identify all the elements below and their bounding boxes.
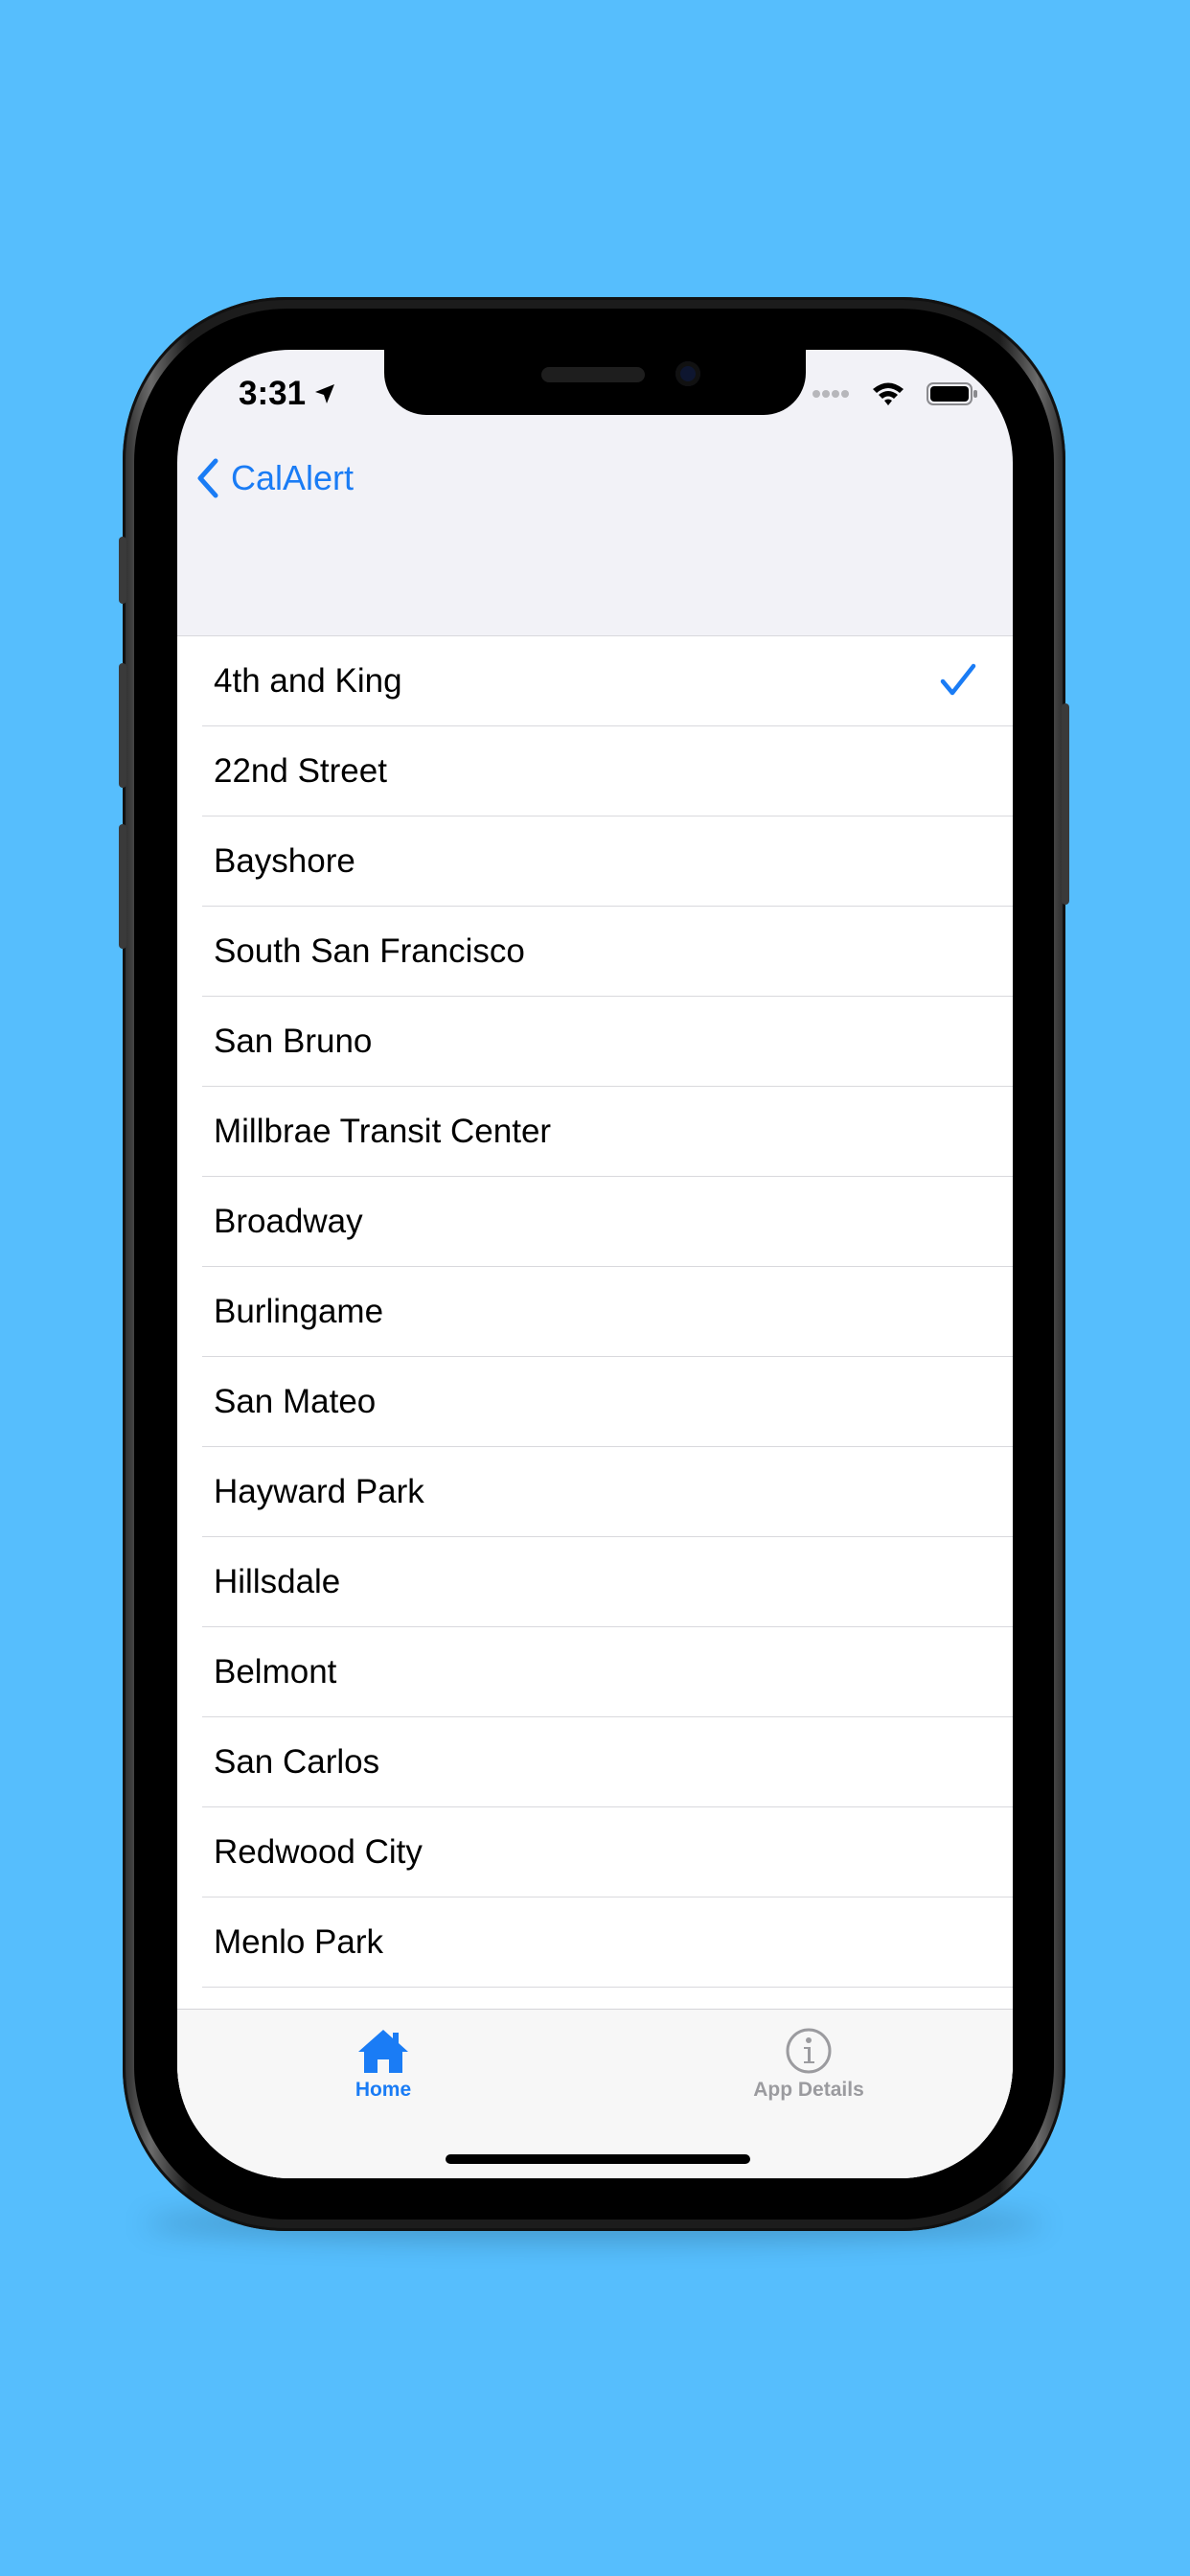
station-list: 4th and King 22nd Street Bayshore South San… bbox=[177, 635, 1013, 2178]
station-label: Menlo Park bbox=[214, 1923, 384, 1961]
station-label: San Carlos bbox=[214, 1743, 380, 1781]
back-button-label: CalAlert bbox=[231, 458, 355, 497]
chevron-left-icon bbox=[197, 458, 218, 498]
station-label: San Bruno bbox=[214, 1023, 373, 1060]
station-row[interactable]: San Mateo bbox=[177, 1357, 1013, 1447]
home-indicator bbox=[446, 2154, 750, 2164]
station-row[interactable]: Menlo Park bbox=[177, 1898, 1013, 1988]
checkmark-icon bbox=[940, 663, 976, 696]
volume-up-button bbox=[119, 663, 126, 788]
station-label: Burlingame bbox=[214, 1293, 384, 1330]
info-circle-icon bbox=[786, 2028, 832, 2074]
power-button bbox=[1062, 703, 1069, 905]
tab-app-details[interactable]: App Details bbox=[713, 2027, 904, 2102]
station-row[interactable]: Bayshore bbox=[177, 816, 1013, 907]
station-row[interactable]: 4th and King bbox=[177, 636, 1013, 726]
notch bbox=[384, 350, 806, 415]
station-label: Millbrae Transit Center bbox=[214, 1113, 552, 1150]
silent-switch bbox=[119, 537, 126, 604]
station-row[interactable]: South San Francisco bbox=[177, 907, 1013, 997]
house-icon bbox=[358, 2030, 408, 2073]
station-row[interactable]: Redwood City bbox=[177, 1807, 1013, 1898]
status-time-text: 3:31 bbox=[239, 375, 307, 412]
station-row[interactable]: Broadway bbox=[177, 1177, 1013, 1267]
cellular-dots-icon bbox=[812, 390, 849, 398]
station-row[interactable]: Burlingame bbox=[177, 1267, 1013, 1357]
tab-bar: Home App Details bbox=[177, 2009, 1013, 2178]
status-indicators bbox=[812, 380, 978, 407]
phone-screen: 3:31 CalAlert 4th and King 22nd Street Bay… bbox=[177, 350, 1013, 2178]
station-row[interactable]: Millbrae Transit Center bbox=[177, 1087, 1013, 1177]
station-label: South San Francisco bbox=[214, 932, 525, 970]
station-label: San Mateo bbox=[214, 1383, 377, 1420]
station-label: 4th and King bbox=[214, 662, 402, 700]
station-row[interactable]: Hillsdale bbox=[177, 1537, 1013, 1627]
back-button[interactable]: CalAlert bbox=[195, 457, 354, 499]
front-camera bbox=[675, 361, 700, 386]
station-label: Bayshore bbox=[214, 842, 355, 880]
station-row[interactable]: Belmont bbox=[177, 1627, 1013, 1717]
station-row[interactable]: 22nd Street bbox=[177, 726, 1013, 816]
speaker-grille bbox=[541, 367, 645, 382]
tab-home-label: Home bbox=[355, 2079, 412, 2101]
tab-home[interactable]: Home bbox=[287, 2027, 479, 2102]
station-label: 22nd Street bbox=[214, 752, 387, 790]
status-time: 3:31 bbox=[239, 375, 336, 413]
station-label: Belmont bbox=[214, 1653, 337, 1690]
location-arrow-icon bbox=[315, 384, 335, 403]
station-label: Hillsdale bbox=[214, 1563, 341, 1600]
tab-app-details-label: App Details bbox=[753, 2079, 864, 2101]
station-row[interactable]: San Bruno bbox=[177, 997, 1013, 1087]
station-label: Hayward Park bbox=[214, 1473, 424, 1510]
volume-down-button bbox=[119, 824, 126, 949]
station-row[interactable]: Hayward Park bbox=[177, 1447, 1013, 1537]
wifi-icon bbox=[873, 382, 904, 405]
station-label: Broadway bbox=[214, 1203, 363, 1240]
station-label: Redwood City bbox=[214, 1833, 423, 1871]
station-row[interactable]: San Carlos bbox=[177, 1717, 1013, 1807]
battery-full-icon bbox=[927, 382, 977, 405]
